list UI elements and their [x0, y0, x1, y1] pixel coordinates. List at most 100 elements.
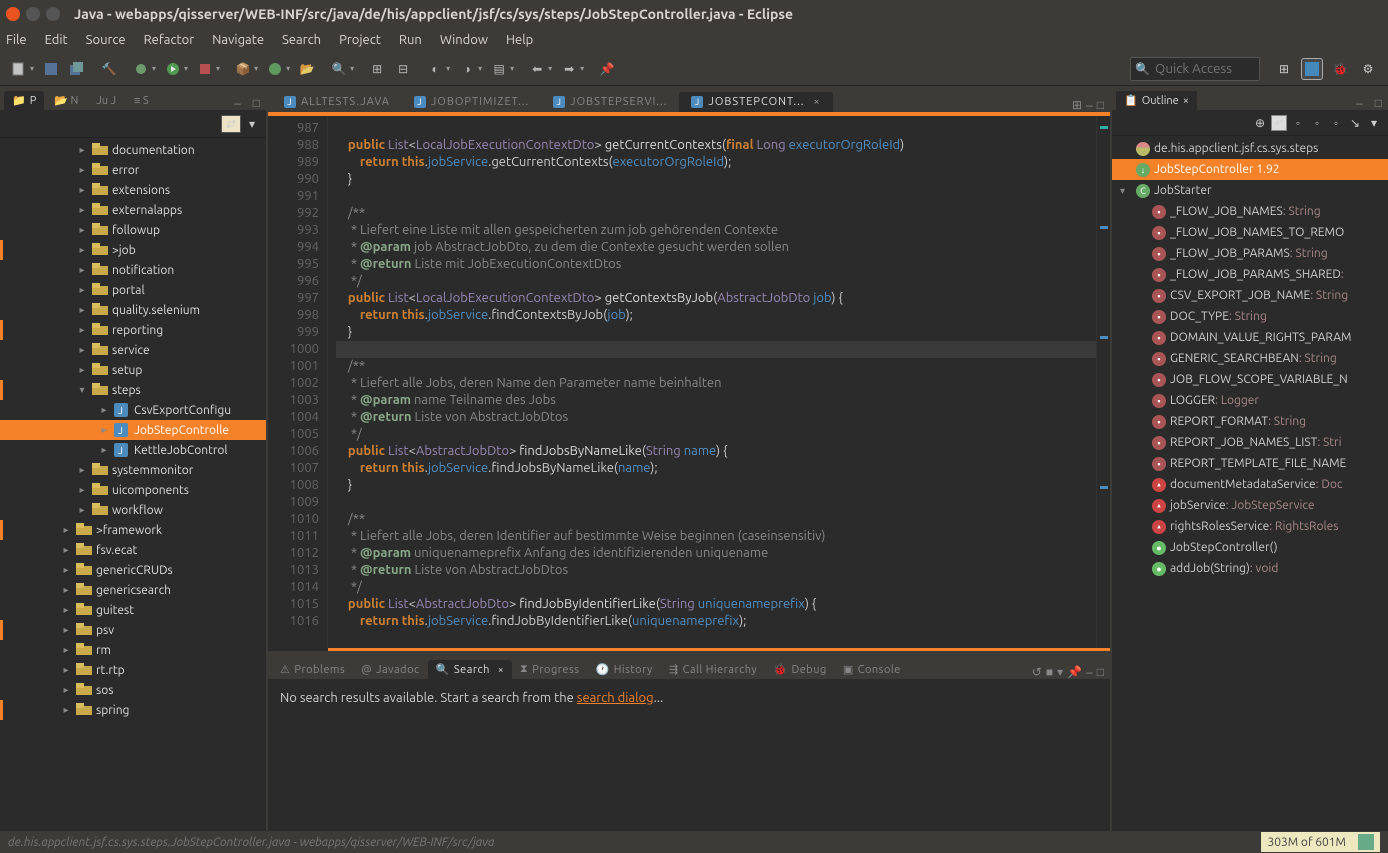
editor-tab[interactable]: JJobOptimizeT... — [402, 92, 541, 112]
tab-outline[interactable]: 📋 Outline × — [1116, 91, 1197, 110]
bottom-tab-debug[interactable]: 🐞 Debug — [765, 660, 835, 679]
package-tree[interactable]: ▸documentation▸error▸extensions▸external… — [0, 138, 266, 831]
maximize-icon[interactable]: □ — [1097, 665, 1104, 679]
tree-item--framework[interactable]: ▸>framework — [0, 520, 266, 540]
menu-file[interactable]: File — [6, 33, 27, 47]
tree-item-steps[interactable]: ▾steps — [0, 380, 266, 400]
bottom-tab-console[interactable]: ▣ Console — [835, 660, 909, 679]
tab-junit[interactable]: Ju J — [88, 92, 124, 110]
new-package-icon[interactable]: 📦 — [233, 59, 253, 79]
menu-run[interactable]: Run — [399, 33, 422, 47]
tab-package-explorer[interactable]: 📁 P — [4, 91, 44, 110]
new-icon[interactable] — [9, 59, 29, 79]
toggle-icon[interactable]: ⊞ — [367, 59, 387, 79]
outline-item[interactable]: ▴documentMetadataService : Doc — [1112, 474, 1388, 495]
menu-help[interactable]: Help — [506, 33, 533, 47]
outline-item[interactable]: ▪DOMAIN_VALUE_RIGHTS_PARAM — [1112, 327, 1388, 348]
pin-icon[interactable]: 📌 — [1067, 665, 1082, 679]
outline-item[interactable]: ▾CJobStarter — [1112, 180, 1388, 201]
tree-item-documentation[interactable]: ▸documentation — [0, 140, 266, 160]
tree-item-kettlejobcontrol[interactable]: ▸JKettleJobControl — [0, 440, 266, 460]
history-icon[interactable]: ▾ — [1057, 665, 1063, 679]
menu-window[interactable]: Window — [440, 33, 488, 47]
open-type-icon[interactable]: 📂 — [297, 59, 317, 79]
debug-perspective-icon[interactable]: 🐞 — [1329, 58, 1351, 80]
sort-icon[interactable]: aᶻ — [1271, 115, 1287, 131]
tree-item-reporting[interactable]: ▸reporting — [0, 320, 266, 340]
minimize-icon[interactable]: ‒ — [1350, 96, 1369, 110]
tree-item-csvexportconfigu[interactable]: ▸JCsvExportConfigu — [0, 400, 266, 420]
dropdown-icon[interactable]: ▾ — [30, 64, 34, 73]
minimize-icon[interactable]: ‒ — [228, 96, 247, 110]
tree-item--job[interactable]: ▸>job — [0, 240, 266, 260]
tree-item-spring[interactable]: ▸spring — [0, 700, 266, 720]
outline-item[interactable]: ●addJob(String) : void — [1112, 558, 1388, 579]
tree-item-uicomponents[interactable]: ▸uicomponents — [0, 480, 266, 500]
annot-icon[interactable]: ◐ — [425, 59, 445, 79]
maximize-icon[interactable]: □ — [1369, 96, 1388, 110]
tree-item-fsv-ecat[interactable]: ▸fsv.ecat — [0, 540, 266, 560]
outline-item[interactable]: ●JobStepController() — [1112, 537, 1388, 558]
bottom-tab-search[interactable]: 🔍 Search × — [428, 660, 512, 679]
hide-nonpublic-icon[interactable]: ◦ — [1328, 115, 1344, 131]
bottom-tab-progress[interactable]: ⧗ Progress — [512, 660, 588, 679]
team-perspective-icon[interactable]: ⚙ — [1357, 58, 1379, 80]
hide-fields-icon[interactable]: ◦ — [1290, 115, 1306, 131]
close-icon[interactable]: × — [814, 96, 821, 108]
search-icon[interactable]: 🔍 — [329, 59, 349, 79]
tree-item-systemmonitor[interactable]: ▸systemmonitor — [0, 460, 266, 480]
tree-item-setup[interactable]: ▸setup — [0, 360, 266, 380]
close-icon[interactable]: × — [498, 664, 504, 675]
ext-tools-icon[interactable] — [195, 59, 215, 79]
build-icon[interactable]: 🔨 — [99, 59, 119, 79]
tree-item-rt-rtp[interactable]: ▸rt.rtp — [0, 660, 266, 680]
save-all-icon[interactable] — [67, 59, 87, 79]
bottom-tab-problems[interactable]: ⚠ Problems — [272, 660, 353, 679]
save-icon[interactable] — [41, 59, 61, 79]
tree-item-portal[interactable]: ▸portal — [0, 280, 266, 300]
bottom-tab-history[interactable]: 🕐 History — [588, 660, 661, 679]
tree-item-externalapps[interactable]: ▸externalapps — [0, 200, 266, 220]
window-minimize-button[interactable] — [26, 7, 40, 21]
forward-icon[interactable]: ➡ — [559, 59, 579, 79]
focus-icon[interactable]: ⊕ — [1252, 115, 1268, 131]
stop-icon[interactable]: ■ — [1046, 665, 1053, 679]
rerun-icon[interactable]: ↺ — [1032, 665, 1042, 679]
mark-icon[interactable]: ▤ — [489, 59, 509, 79]
bottom-tab-call-hierarchy[interactable]: ⇶ Call Hierarchy — [661, 660, 765, 679]
window-maximize-button[interactable] — [46, 7, 60, 21]
search-dialog-link[interactable]: search dialog — [577, 691, 654, 705]
outline-tree[interactable]: de.his.appclient.jsf.cs.sys.steps↓JobSte… — [1112, 136, 1388, 831]
hide-static-icon[interactable]: ◦ — [1309, 115, 1325, 131]
toggle2-icon[interactable]: ⊟ — [393, 59, 413, 79]
annot2-icon[interactable]: ◑ — [457, 59, 477, 79]
tree-item-extensions[interactable]: ▸extensions — [0, 180, 266, 200]
tree-item-followup[interactable]: ▸followup — [0, 220, 266, 240]
outline-item[interactable]: ▪_FLOW_JOB_NAMES_TO_REMO — [1112, 222, 1388, 243]
maximize-icon[interactable]: □ — [247, 96, 266, 110]
outline-item[interactable]: ▪GENERIC_SEARCHBEAN : String — [1112, 348, 1388, 369]
tree-item-service[interactable]: ▸service — [0, 340, 266, 360]
minimize-icon[interactable]: ‒ — [1086, 665, 1093, 679]
close-icon[interactable]: × — [1183, 95, 1189, 107]
tree-item-workflow[interactable]: ▸workflow — [0, 500, 266, 520]
maximize-icon[interactable]: □ — [1097, 98, 1104, 112]
editor-tab[interactable]: JJobStepServi... — [541, 92, 679, 112]
run-icon[interactable] — [163, 59, 183, 79]
outline-item[interactable]: ▪_FLOW_JOB_PARAMS : String — [1112, 243, 1388, 264]
perspective-open-icon[interactable]: ⊞ — [1273, 58, 1295, 80]
outline-item[interactable]: ▪REPORT_FORMAT : String — [1112, 411, 1388, 432]
code-editor[interactable]: 9879889899909919929939949959969979989991… — [268, 116, 1110, 648]
java-perspective-icon[interactable] — [1301, 58, 1323, 80]
tree-item-genericsearch[interactable]: ▸genericsearch — [0, 580, 266, 600]
outline-item[interactable]: ▪DOC_TYPE : String — [1112, 306, 1388, 327]
code-content[interactable]: public List<LocalJobExecutionContextDto>… — [328, 116, 1096, 648]
new-class-icon[interactable] — [265, 59, 285, 79]
menu-navigate[interactable]: Navigate — [212, 33, 264, 47]
outline-item[interactable]: ▪JOB_FLOW_SCOPE_VARIABLE_N — [1112, 369, 1388, 390]
outline-item[interactable]: ▪CSV_EXPORT_JOB_NAME : String — [1112, 285, 1388, 306]
outline-item[interactable]: ▴jobService : JobStepService — [1112, 495, 1388, 516]
outline-item[interactable]: ▴rightsRolesService : RightsRoles — [1112, 516, 1388, 537]
outline-item[interactable]: ▪LOGGER : Logger — [1112, 390, 1388, 411]
tree-item-jobstepcontrolle[interactable]: ▸JJobStepControlle — [0, 420, 266, 440]
